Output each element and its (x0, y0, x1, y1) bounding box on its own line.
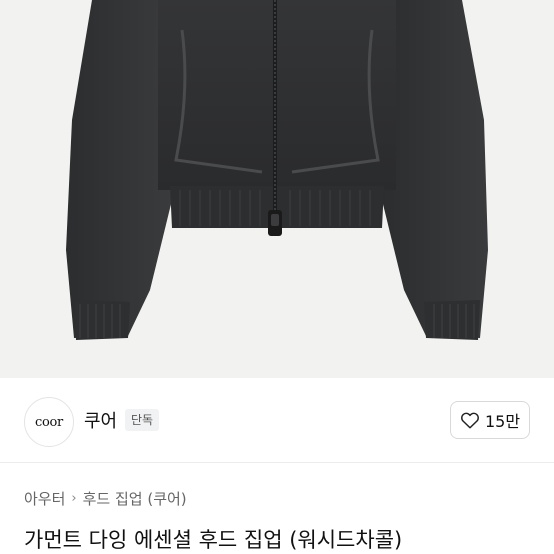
like-button[interactable]: 15만 (450, 401, 530, 439)
chevron-right-icon: › (71, 491, 77, 506)
heart-icon (460, 411, 480, 429)
breadcrumb: 아우터 › 후드 집업 (쿠어) (24, 488, 187, 509)
brand-name[interactable]: 쿠어 (84, 407, 117, 433)
hoodie-illustration (66, 0, 488, 340)
brand-logo[interactable]: coor (24, 397, 74, 447)
exclusive-badge: 단독 (125, 409, 160, 431)
breadcrumb-item-subcategory[interactable]: 후드 집업 (쿠어) (83, 488, 187, 509)
brand-row: coor 쿠어 단독 15만 (0, 378, 554, 463)
product-title: 가먼트 다잉 에센셜 후드 집업 (워시드차콜) (24, 528, 403, 552)
product-image[interactable] (0, 0, 554, 378)
breadcrumb-item-category[interactable]: 아우터 (24, 488, 65, 509)
like-count: 15만 (484, 412, 521, 431)
